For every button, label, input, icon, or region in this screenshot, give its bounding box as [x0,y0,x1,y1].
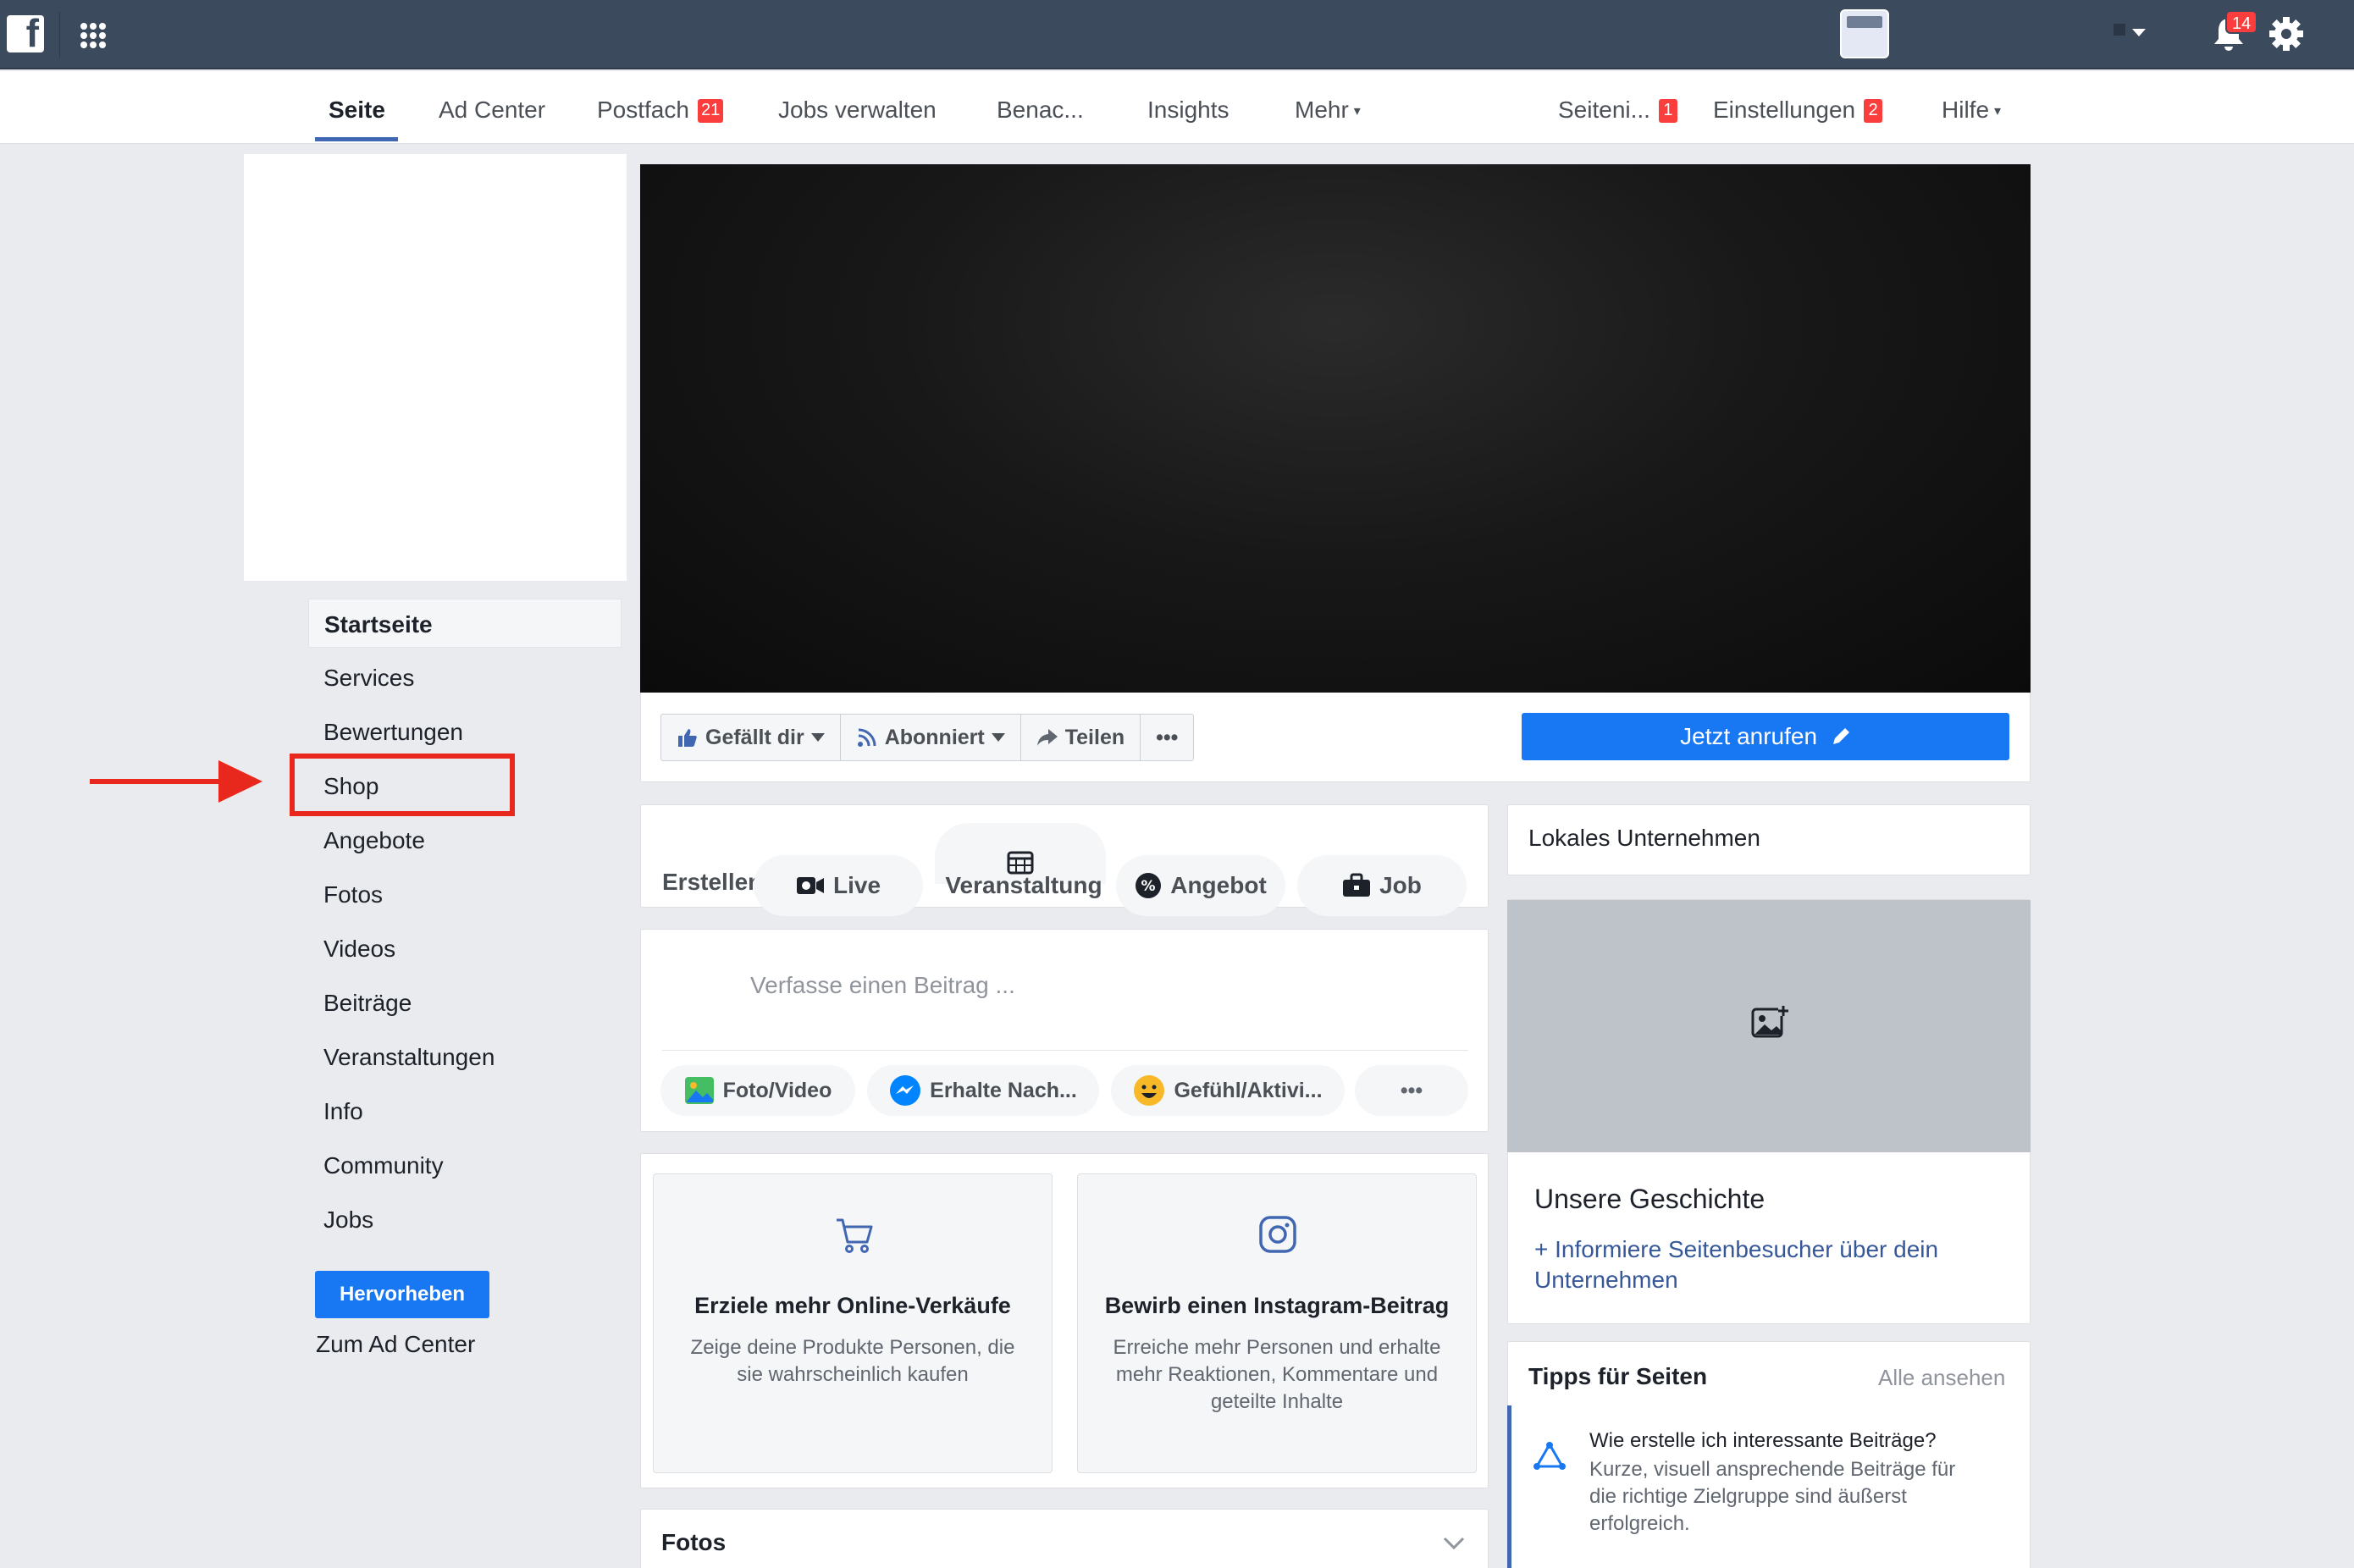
promote-button[interactable]: Hervorheben [315,1271,489,1318]
instagram-icon [1259,1216,1296,1253]
profile-picture[interactable] [244,154,627,581]
sidebar-item-videos[interactable]: Videos [308,924,622,973]
promo-title: Erziele mehr Online-Verkäufe [694,1293,1011,1318]
briefcase-icon [1343,873,1371,897]
chevron-down-icon[interactable] [1443,1537,1465,1550]
sidebar-item-jobs[interactable]: Jobs [308,1195,622,1244]
sidebar-item-beitraege[interactable]: Beiträge [308,978,622,1027]
gear-icon[interactable] [2268,15,2305,52]
photo-icon [684,1077,714,1104]
video-camera-icon [796,877,824,894]
promo-text: Erreiche mehr Personen und erhalte mehr … [1113,1336,1441,1413]
cover-photo[interactable] [640,164,2031,693]
top-bar: f 14 [0,0,2354,69]
more-composer-options-button[interactable]: ••• [1355,1065,1468,1116]
tip-heading[interactable]: Wie erstelle ich interessante Beiträge? [1589,1429,1937,1453]
tab-mehr[interactable]: Mehr ▾ [1295,97,1361,124]
smiley-icon [1134,1075,1165,1106]
sidebar-item-info[interactable]: Info [308,1086,622,1135]
divider [59,12,60,58]
divider [662,1050,1468,1051]
photo-video-button[interactable]: Foto/Video [660,1065,855,1116]
tab-veranstaltung[interactable]: Veranstaltung [935,855,1113,916]
tip-body: Kurze, visuell ansprechende Beiträge für… [1589,1458,1956,1535]
call-now-button[interactable]: Jetzt anrufen [1522,713,2009,760]
page-nav-bar: Seite Ad Center Postfach 21 Jobs verwalte… [0,71,2354,144]
triangle-nodes-icon [1533,1441,1567,1471]
messenger-icon [890,1075,921,1106]
pencil-icon [1832,728,1849,744]
sidebar-item-angebote[interactable]: Angebote [308,815,622,864]
tab-ad-center[interactable]: Ad Center [439,97,545,124]
see-all-link[interactable]: Alle ansehen [1878,1365,2005,1391]
seiteninfo-badge: 1 [1658,99,1677,123]
postfach-badge: 21 [697,99,724,123]
page-action-buttons: Gefällt dir Abonniert Teilen ••• [660,714,1195,761]
promo-text: Zeige deine Produkte Personen, die sie w… [690,1336,1015,1386]
sidebar-item-veranstaltungen[interactable]: Veranstaltungen [308,1032,622,1081]
sidebar-item-startseite[interactable]: Startseite [308,599,622,648]
notifications-badge: 14 [2225,10,2258,34]
tab-jobs-verwalten[interactable]: Jobs verwalten [778,97,937,124]
photos-section-title: Fotos [661,1529,727,1555]
cart-icon [837,1218,873,1253]
share-arrow-icon [1036,729,1058,746]
annotation-highlight-box [290,754,515,816]
get-messages-button[interactable]: Erhalte Nach... [867,1065,1099,1116]
page-thumbnail[interactable] [1840,9,1889,58]
share-button[interactable]: Teilen [1021,715,1141,760]
tab-hilfe[interactable]: Hilfe ▾ [1942,97,2001,124]
account-dropdown-icon[interactable] [2114,20,2151,46]
tab-insights[interactable]: Insights [1147,97,1229,124]
post-input[interactable]: Verfasse einen Beitrag ... [750,972,1015,999]
add-photo-icon[interactable] [1751,1004,1790,1040]
chevron-down-icon [810,733,825,742]
sidebar-item-services[interactable]: Services [308,653,622,702]
page-category[interactable]: Lokales Unternehmen [1528,825,1760,852]
sidebar-item-community[interactable]: Community [308,1140,622,1190]
facebook-logo[interactable]: f [7,11,44,55]
tab-job[interactable]: Job [1297,855,1467,916]
einstellungen-badge: 2 [1864,99,1883,123]
tip-accent-bar [1507,1405,1511,1568]
promo-online-sales[interactable]: Erziele mehr Online-Verkäufe Zeige deine… [653,1173,1053,1473]
tab-angebot[interactable]: % Angebot [1116,855,1285,916]
promo-instagram-post[interactable]: Bewirb einen Instagram-Beitrag Erreiche … [1077,1173,1477,1473]
sidebar-item-fotos[interactable]: Fotos [308,870,622,919]
ad-center-link[interactable]: Zum Ad Center [316,1331,475,1358]
like-button[interactable]: Gefällt dir [661,715,841,760]
feeling-activity-button[interactable]: Gefühl/Aktivi... [1111,1065,1345,1116]
active-tab-indicator [315,137,398,141]
tips-title: Tipps für Seiten [1528,1363,1708,1389]
rss-icon [857,728,876,747]
subscribe-button[interactable]: Abonniert [841,715,1021,760]
tab-benachrichtigungen[interactable]: Benac... [997,97,1084,124]
chevron-down-icon [991,733,1005,742]
more-actions-button[interactable]: ••• [1141,715,1193,760]
tab-seiteninfo[interactable]: Seiteni... 1 [1558,97,1677,124]
tab-live[interactable]: Live [754,855,923,916]
create-label: Erstellen [662,869,757,895]
photos-section [640,1509,1489,1568]
story-link[interactable]: + Informiere Seitenbesucher über dein Un… [1534,1234,2009,1295]
apps-grid-icon[interactable] [80,22,107,49]
tab-postfach[interactable]: Postfach 21 [597,97,724,124]
promo-title: Bewirb einen Instagram-Beitrag [1104,1293,1450,1318]
annotation-arrow-icon [90,759,264,806]
tab-seite[interactable]: Seite [329,97,385,124]
discount-badge-icon: % [1136,873,1162,898]
tab-einstellungen[interactable]: Einstellungen 2 [1713,97,1883,124]
svg-text:%: % [1141,878,1156,895]
sidebar-item-bewertungen[interactable]: Bewertungen [308,707,622,756]
thumbs-up-icon [678,729,697,747]
story-title: Unsere Geschichte [1534,1184,1766,1214]
